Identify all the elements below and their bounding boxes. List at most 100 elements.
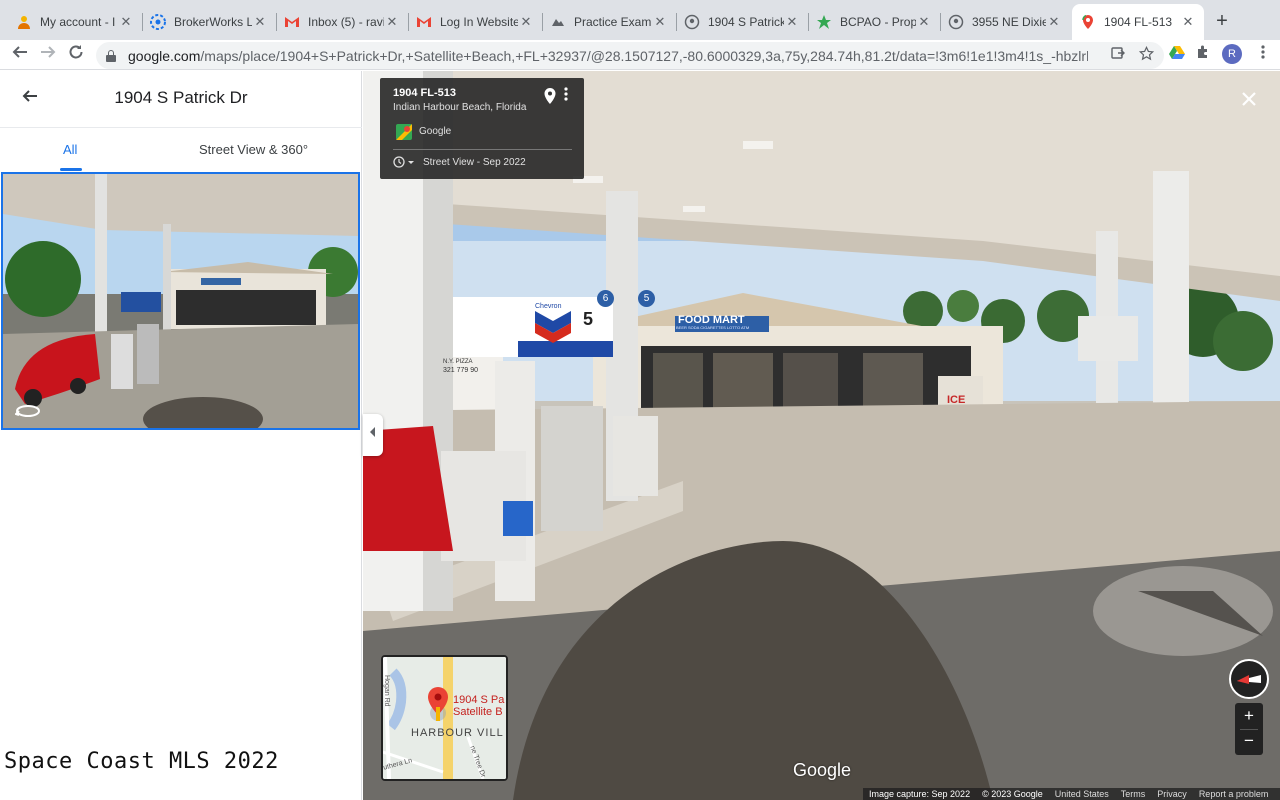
location-icon <box>948 14 964 30</box>
back-button[interactable] <box>8 43 32 67</box>
open-in-app-icon[interactable] <box>1111 46 1125 64</box>
map-address-line2: Satellite B <box>453 706 503 718</box>
more-options-icon[interactable] <box>564 87 568 103</box>
address-bar[interactable]: google.com/maps/place/1904+S+Patrick+Dr,… <box>96 42 1164 69</box>
gmail-icon <box>416 14 432 30</box>
maps-pin-icon <box>1080 14 1096 30</box>
info-card-divider <box>393 149 572 150</box>
pump-number-a: 6 <box>597 290 614 307</box>
tab-brokerworks[interactable]: BrokerWorks L ✕ <box>142 5 276 38</box>
tab-title: 1904 S Patrick <box>708 14 784 29</box>
tab-practice-exam[interactable]: Practice Exam ✕ <box>542 5 676 38</box>
url-text[interactable]: google.com/maps/place/1904+S+Patrick+Dr,… <box>128 48 1088 64</box>
zoom-in-button[interactable]: + <box>1235 703 1263 729</box>
zoom-controls: + − <box>1235 703 1263 755</box>
bcpao-icon <box>816 14 832 30</box>
reload-button[interactable] <box>64 43 88 67</box>
close-icon[interactable]: ✕ <box>252 14 268 30</box>
info-card-title: 1904 FL-513 <box>393 87 456 99</box>
google-maps-icon <box>396 124 412 140</box>
google-logo: Google <box>793 760 852 780</box>
tab-street-view-360[interactable]: Street View & 360° <box>199 142 308 157</box>
street-view-thumbnail[interactable] <box>1 172 360 430</box>
person-icon <box>16 14 32 30</box>
collapse-panel-button[interactable] <box>363 414 383 456</box>
photo-category-tabs: All Street View & 360° <box>0 128 362 172</box>
tab-title: 3955 NE Dixie <box>972 14 1046 29</box>
chevron-left-icon <box>370 427 375 437</box>
close-icon[interactable]: ✕ <box>518 14 534 30</box>
close-icon[interactable]: ✕ <box>1046 14 1062 30</box>
info-card-provider: Google <box>419 126 452 137</box>
privacy-link[interactable]: Privacy <box>1151 789 1193 799</box>
tab-login-website[interactable]: Log In Website ✕ <box>408 5 542 38</box>
new-tab-button[interactable]: + <box>1210 10 1234 34</box>
tab-1904-s-patrick[interactable]: 1904 S Patrick ✕ <box>676 5 808 38</box>
close-icon[interactable]: ✕ <box>118 14 134 30</box>
gmail-icon <box>284 14 300 30</box>
compass-icon <box>1237 675 1261 684</box>
street-view-footer: Image capture: Sep 2022 © 2023 Google Un… <box>863 788 1280 800</box>
close-street-view-button[interactable] <box>1237 88 1261 112</box>
pump-number-b: 5 <box>638 290 655 307</box>
tab-my-account[interactable]: My account - I ✕ <box>8 5 142 38</box>
close-icon[interactable]: ✕ <box>1180 14 1196 30</box>
close-icon[interactable]: ✕ <box>384 14 400 30</box>
browser-menu-icon[interactable] <box>1252 44 1274 66</box>
ice-sign: ICE <box>947 394 966 406</box>
browser-tab-strip: My account - I ✕ BrokerWorks L ✕ Inbox (… <box>0 0 1280 40</box>
pizza-sign: N.Y. PIZZA <box>443 359 473 365</box>
panel-header: 1904 S Patrick Dr <box>0 71 362 128</box>
tab-all[interactable]: All <box>63 142 77 157</box>
extensions-puzzle-icon[interactable] <box>1192 44 1214 66</box>
report-problem-link[interactable]: Report a problem <box>1193 789 1275 799</box>
zoom-out-button[interactable]: − <box>1235 729 1263 755</box>
close-icon[interactable]: ✕ <box>784 14 800 30</box>
tab-title: Practice Exam <box>574 14 652 29</box>
store-sign-subtitle: BEER SODA CIGARETTES LOTTO ATM <box>676 325 750 330</box>
mls-watermark: Space Coast MLS 2022 <box>4 749 279 774</box>
time-travel-icon[interactable] <box>393 156 415 171</box>
lock-icon[interactable] <box>106 49 116 62</box>
copyright-text: © 2023 Google <box>982 789 1043 799</box>
close-icon <box>1242 92 1256 106</box>
bookmark-star-icon[interactable] <box>1138 45 1155 64</box>
tab-title: Inbox (5) - ravi <box>308 14 384 29</box>
browser-toolbar: google.com/maps/place/1904+S+Patrick+Dr,… <box>0 40 1280 70</box>
street-view-info-card: 1904 FL-513 Indian Harbour Beach, Florid… <box>380 78 584 179</box>
tab-1904-fl-513[interactable]: 1904 FL-513 ✕ <box>1072 4 1204 40</box>
brand-sign: Chevron <box>535 303 562 310</box>
image-capture-date: Image capture: Sep 2022 <box>869 789 971 799</box>
map-pin-icon <box>427 687 449 726</box>
capture-date: Street View - Sep 2022 <box>423 157 526 168</box>
terms-link[interactable]: Terms <box>1115 789 1152 799</box>
tab-inbox[interactable]: Inbox (5) - ravi ✕ <box>276 5 408 38</box>
map-road-label-left: Hogan Rd <box>383 675 390 707</box>
tab-title: Log In Website <box>440 14 518 29</box>
arrow-left-icon <box>12 46 27 58</box>
country-link[interactable]: United States <box>1049 789 1115 799</box>
location-pin-icon[interactable] <box>543 88 557 104</box>
tab-title: BrokerWorks L <box>174 14 252 29</box>
panel-title: 1904 S Patrick Dr <box>114 88 248 107</box>
map-area-label: HARBOUR VILL <box>411 727 504 739</box>
map-address-line1: 1904 S Pa <box>453 694 505 706</box>
google-drive-extension-icon[interactable] <box>1166 44 1188 66</box>
forward-button[interactable] <box>36 43 60 67</box>
reload-icon <box>69 45 83 59</box>
tab-title: My account - I <box>40 14 116 29</box>
tab-title: 1904 FL-513 <box>1104 15 1173 29</box>
pump-number-sign: 5 <box>583 309 594 329</box>
location-icon <box>684 14 700 30</box>
close-icon[interactable]: ✕ <box>652 14 668 30</box>
tab-3955-ne-dixie[interactable]: 3955 NE Dixie ✕ <box>940 5 1070 38</box>
compass-button[interactable] <box>1229 659 1269 699</box>
arrow-right-icon <box>41 46 56 58</box>
close-icon[interactable]: ✕ <box>916 14 932 30</box>
profile-avatar[interactable]: R <box>1222 44 1242 64</box>
tab-bcpao[interactable]: BCPAO - Prop ✕ <box>808 5 940 38</box>
mini-map[interactable]: 1904 S Pa Satellite B HARBOUR VILL Hogan… <box>381 655 508 781</box>
brokerworks-icon <box>150 13 166 30</box>
phone-sign: 321 779 90 <box>443 367 479 374</box>
active-tab-indicator <box>60 168 82 171</box>
